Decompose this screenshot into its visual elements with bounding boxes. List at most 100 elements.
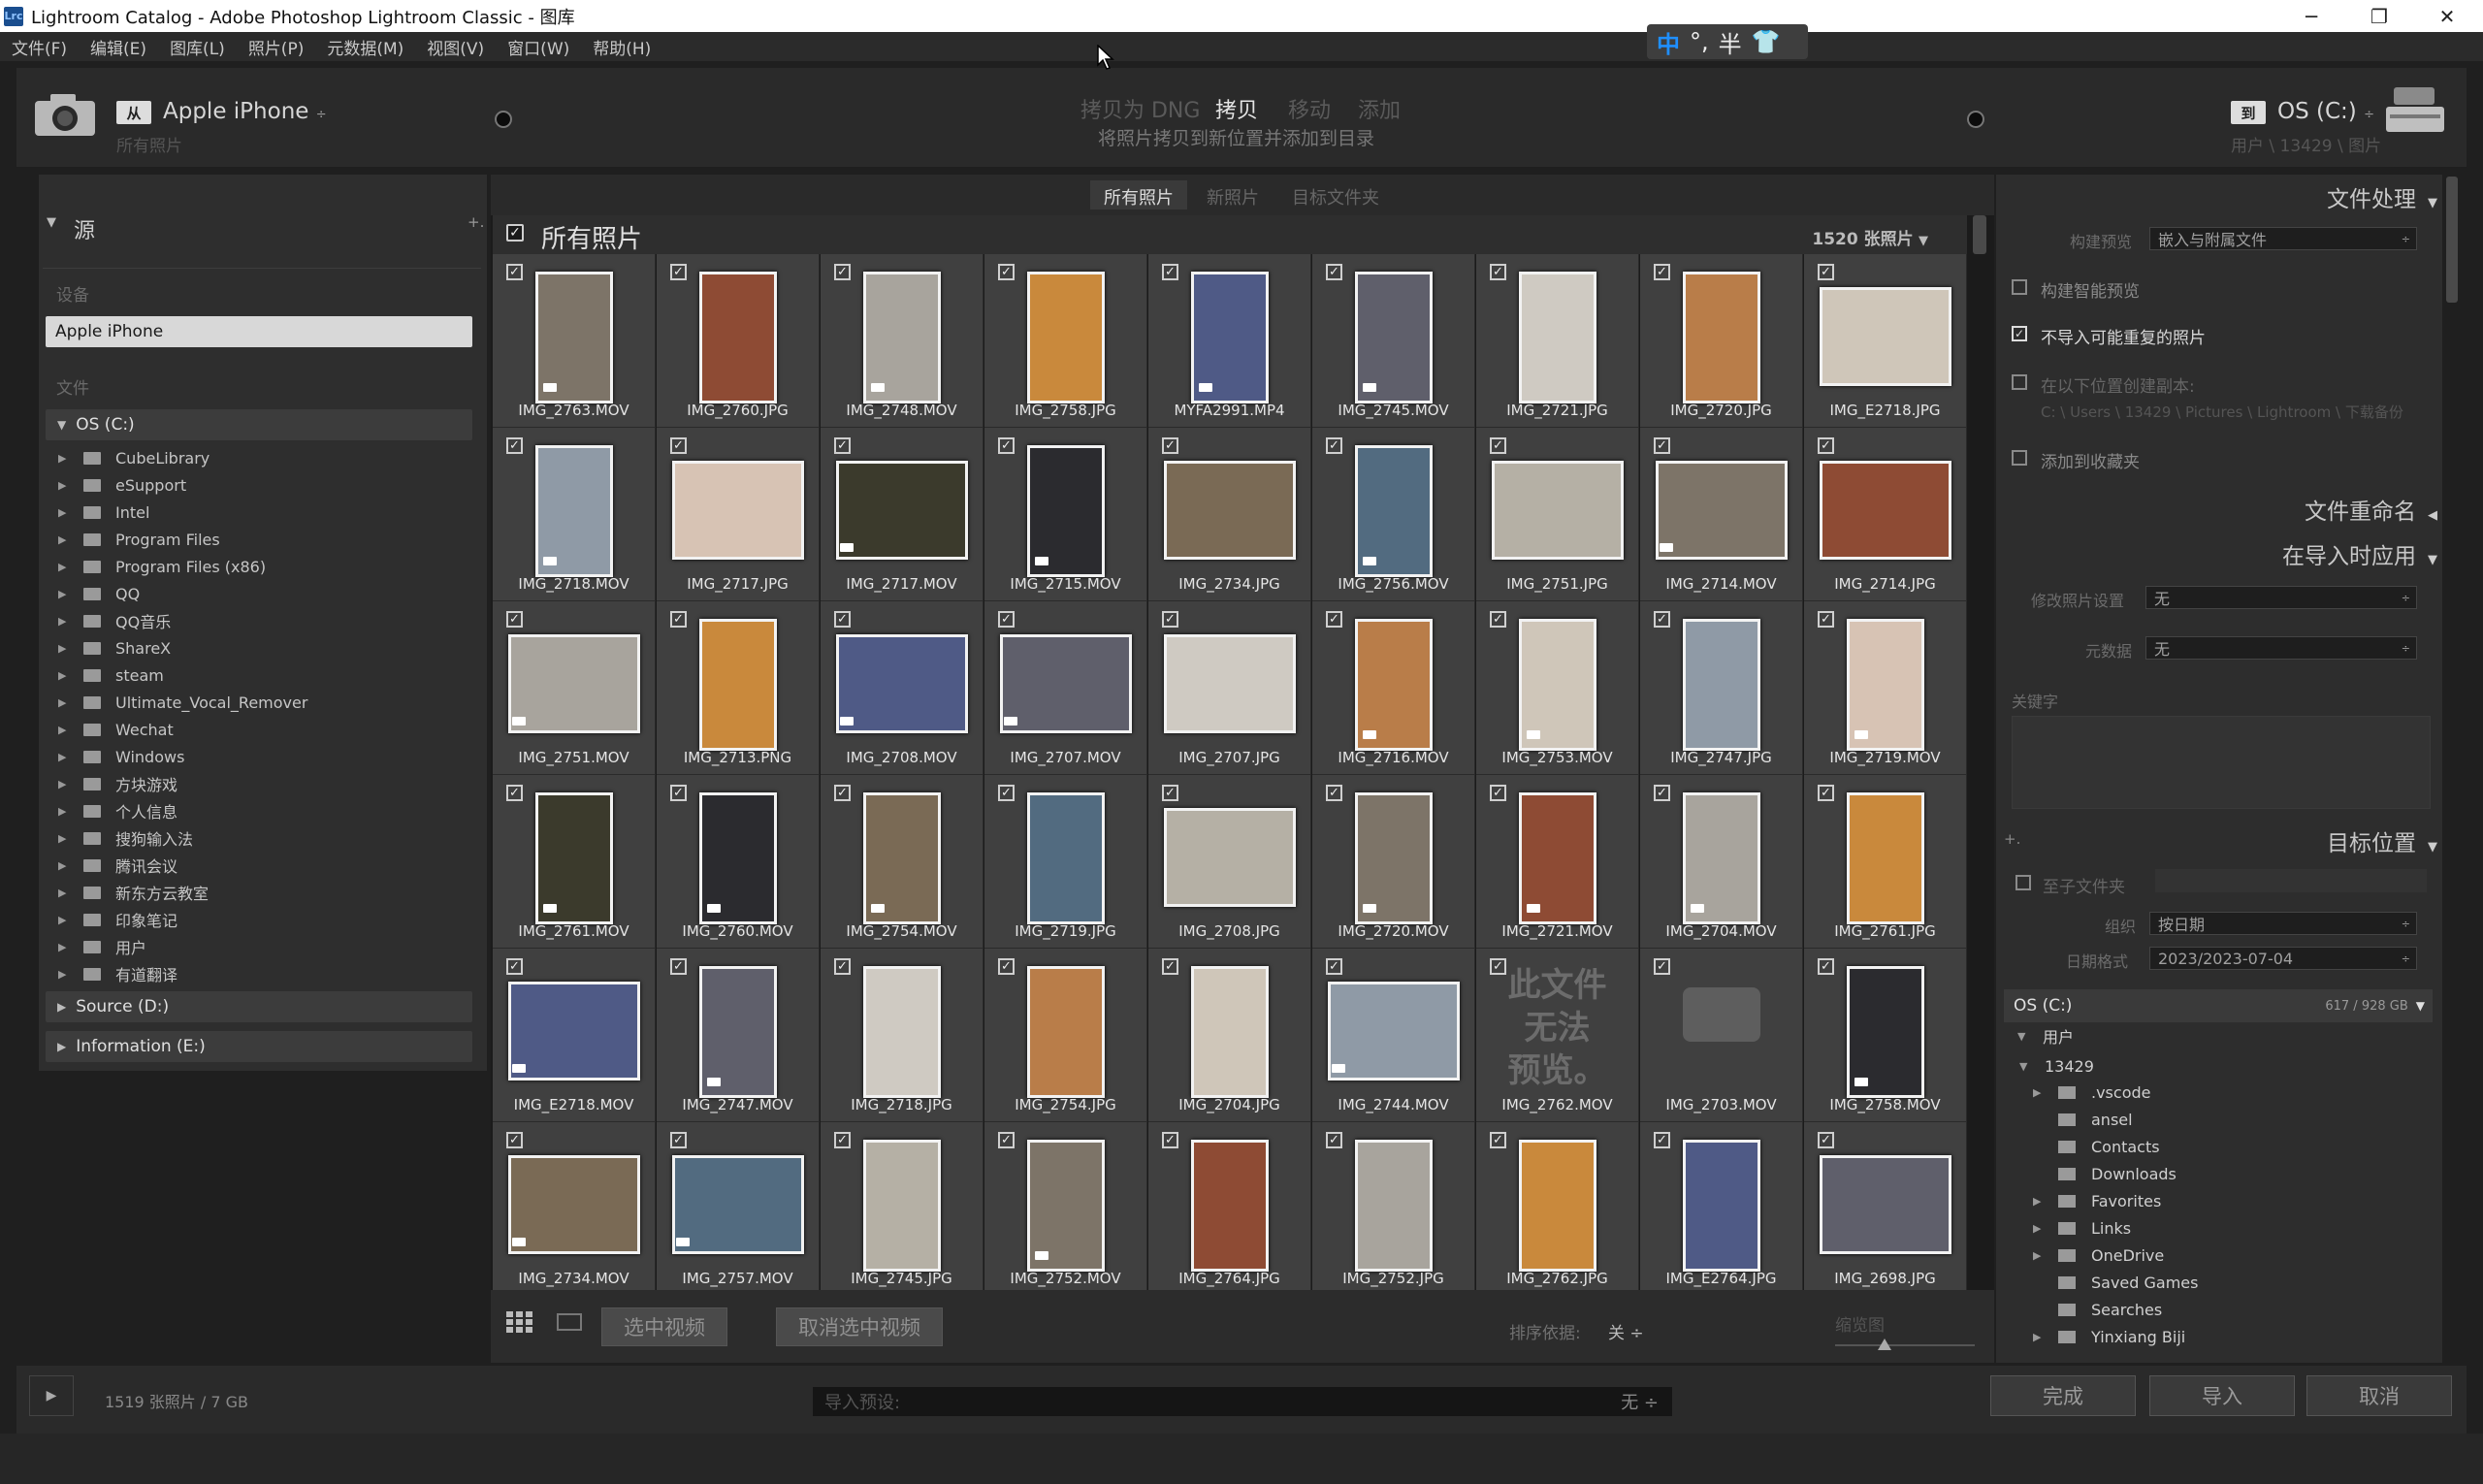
- slider-thumb-icon[interactable]: [1878, 1339, 1891, 1350]
- photo-thumbnail[interactable]: [1026, 792, 1105, 924]
- photo-thumbnail[interactable]: [862, 966, 941, 1098]
- add-source-button[interactable]: +.: [468, 213, 484, 231]
- photo-cell[interactable]: ✓ IMG_E2718.MOV: [493, 949, 656, 1122]
- source-device-name[interactable]: Apple iPhone ÷: [163, 99, 327, 124]
- photo-thumbnail[interactable]: [507, 982, 640, 1081]
- photo-cell[interactable]: ✓ IMG_2748.MOV: [821, 254, 984, 428]
- build-preview-dropdown[interactable]: 嵌入与附属文件 ÷: [2149, 227, 2417, 250]
- dest-folder-item[interactable]: ansel: [2033, 1106, 2133, 1133]
- menu-photo[interactable]: 照片(P): [248, 35, 305, 59]
- deselect-video-button[interactable]: 取消选中视频: [776, 1307, 943, 1346]
- import-button[interactable]: 导入: [2149, 1375, 2295, 1416]
- photo-cell[interactable]: ✓ IMG_2715.MOV: [984, 428, 1147, 601]
- photo-checkbox[interactable]: ✓: [998, 264, 1015, 280]
- destination-drive-row[interactable]: OS (C:) 617 / 928 GB ▼: [2004, 989, 2433, 1022]
- expand-icon[interactable]: ▶: [58, 506, 83, 519]
- photo-checkbox[interactable]: ✓: [1326, 1132, 1342, 1148]
- mode-copy-dng[interactable]: 拷贝为 DNG: [1080, 93, 1200, 124]
- photo-cell[interactable]: ✓ IMG_2752.JPG: [1312, 1122, 1475, 1290]
- menu-help[interactable]: 帮助(H): [593, 35, 651, 59]
- photo-cell[interactable]: ✓ IMG_2703.MOV: [1640, 949, 1803, 1122]
- photo-thumbnail[interactable]: [1682, 1140, 1760, 1272]
- photo-cell[interactable]: ✓ IMG_2698.JPG: [1804, 1122, 1967, 1290]
- photo-thumbnail[interactable]: [999, 634, 1132, 733]
- photo-checkbox[interactable]: ✓: [1162, 785, 1178, 801]
- photo-checkbox[interactable]: ✓: [834, 437, 851, 454]
- photo-checkbox[interactable]: ✓: [670, 611, 687, 628]
- sort-dropdown[interactable]: 关 ÷: [1608, 1319, 1644, 1343]
- expand-icon[interactable]: ▶: [58, 941, 83, 953]
- photo-cell[interactable]: ✓ IMG_2744.MOV: [1312, 949, 1475, 1122]
- photo-checkbox[interactable]: ✓: [1162, 437, 1178, 454]
- photo-cell[interactable]: ✓ IMG_2764.JPG: [1148, 1122, 1311, 1290]
- photo-checkbox[interactable]: ✓: [1818, 264, 1834, 280]
- photo-checkbox[interactable]: ✓: [1326, 958, 1342, 975]
- smart-preview-checkbox[interactable]: [2012, 279, 2027, 295]
- subfolder-name-input[interactable]: [2155, 869, 2427, 892]
- photo-checkbox[interactable]: ✓: [1326, 264, 1342, 280]
- add-collection-checkbox[interactable]: [2012, 450, 2027, 466]
- photo-thumbnail[interactable]: [1846, 792, 1924, 924]
- photo-checkbox[interactable]: ✓: [1490, 437, 1506, 454]
- photo-checkbox[interactable]: ✓: [506, 958, 523, 975]
- photo-checkbox[interactable]: ✓: [670, 264, 687, 280]
- folder-item[interactable]: ▶ Program Files: [58, 527, 220, 552]
- photo-checkbox[interactable]: ✓: [506, 437, 523, 454]
- device-apple-iphone[interactable]: Apple iPhone: [46, 316, 472, 347]
- photo-cell[interactable]: ✓ MYFA2991.MP4: [1148, 254, 1311, 428]
- photo-checkbox[interactable]: ✓: [670, 958, 687, 975]
- photo-cell[interactable]: ✓ IMG_2720.JPG: [1640, 254, 1803, 428]
- expand-icon[interactable]: ▶: [2033, 1222, 2058, 1235]
- expand-icon[interactable]: ▶: [2033, 1249, 2058, 1262]
- folder-item[interactable]: ▶ eSupport: [58, 472, 186, 498]
- folder-item[interactable]: ▶ CubeLibrary: [58, 445, 210, 470]
- photo-cell[interactable]: ✓ IMG_2747.MOV: [657, 949, 820, 1122]
- photo-thumbnail[interactable]: [1354, 1140, 1433, 1272]
- photo-cell[interactable]: ✓ IMG_2758.MOV: [1804, 949, 1967, 1122]
- dest-folder-item[interactable]: Downloads: [2033, 1160, 2177, 1187]
- no-duplicates-checkbox[interactable]: ✓: [2012, 326, 2027, 341]
- photo-thumbnail[interactable]: [1026, 272, 1105, 403]
- folder-item[interactable]: ▶ Windows: [58, 744, 184, 769]
- photo-cell[interactable]: ✓ IMG_2720.MOV: [1312, 775, 1475, 949]
- photo-cell[interactable]: ✓ IMG_2751.MOV: [493, 601, 656, 775]
- photo-checkbox[interactable]: ✓: [1162, 611, 1178, 628]
- folder-item[interactable]: ▶ QQ音乐: [58, 608, 171, 633]
- photo-checkbox[interactable]: ✓: [1654, 958, 1670, 975]
- photo-cell[interactable]: ✓ IMG_2762.JPG: [1476, 1122, 1639, 1290]
- destination-header[interactable]: 目标位置 ▼: [2327, 824, 2437, 857]
- photo-thumbnail[interactable]: [1163, 634, 1296, 733]
- mode-move[interactable]: 移动: [1288, 93, 1331, 124]
- photo-thumbnail[interactable]: [1819, 1155, 1951, 1254]
- photo-cell[interactable]: ✓ IMG_2745.MOV: [1312, 254, 1475, 428]
- photo-cell[interactable]: ✓ IMG_2718.JPG: [821, 949, 984, 1122]
- photo-checkbox[interactable]: ✓: [1654, 785, 1670, 801]
- expand-toggle-button[interactable]: ▶: [29, 1375, 74, 1416]
- photo-cell[interactable]: ✓ IMG_2719.MOV: [1804, 601, 1967, 775]
- expand-icon[interactable]: ▶: [58, 452, 83, 465]
- tab-destination-folders[interactable]: 目标文件夹: [1278, 180, 1393, 210]
- dest-folder-users[interactable]: ▼ 用户: [2017, 1022, 2074, 1049]
- photo-checkbox[interactable]: ✓: [670, 437, 687, 454]
- photo-cell[interactable]: ✓ IMG_2760.JPG: [657, 254, 820, 428]
- close-button[interactable]: ✕: [2413, 0, 2481, 32]
- folder-item[interactable]: ▶ 个人信息: [58, 798, 177, 823]
- photo-cell[interactable]: ✓ IMG_2707.JPG: [1148, 601, 1311, 775]
- right-scrollbar[interactable]: [2446, 177, 2458, 303]
- ime-width[interactable]: 半: [1719, 25, 1742, 59]
- photo-thumbnail[interactable]: [507, 1155, 640, 1254]
- photo-checkbox[interactable]: ✓: [506, 785, 523, 801]
- photo-cell[interactable]: ✓ IMG_2734.MOV: [493, 1122, 656, 1290]
- photo-thumbnail[interactable]: [1682, 272, 1760, 403]
- photo-thumbnail[interactable]: [1190, 966, 1269, 1098]
- photo-checkbox[interactable]: ✓: [506, 264, 523, 280]
- photo-thumbnail[interactable]: [507, 634, 640, 733]
- photo-cell[interactable]: ✓ IMG_2756.MOV: [1312, 428, 1475, 601]
- organize-dropdown[interactable]: 按日期 ÷: [2149, 912, 2417, 935]
- select-video-button[interactable]: 选中视频: [601, 1307, 727, 1346]
- ime-punct[interactable]: °,: [1690, 28, 1709, 55]
- photo-cell[interactable]: ✓ IMG_2757.MOV: [657, 1122, 820, 1290]
- folder-item[interactable]: ▶ Wechat: [58, 717, 174, 742]
- folder-item[interactable]: ▶ Ultimate_Vocal_Remover: [58, 690, 307, 715]
- photo-checkbox[interactable]: ✓: [834, 611, 851, 628]
